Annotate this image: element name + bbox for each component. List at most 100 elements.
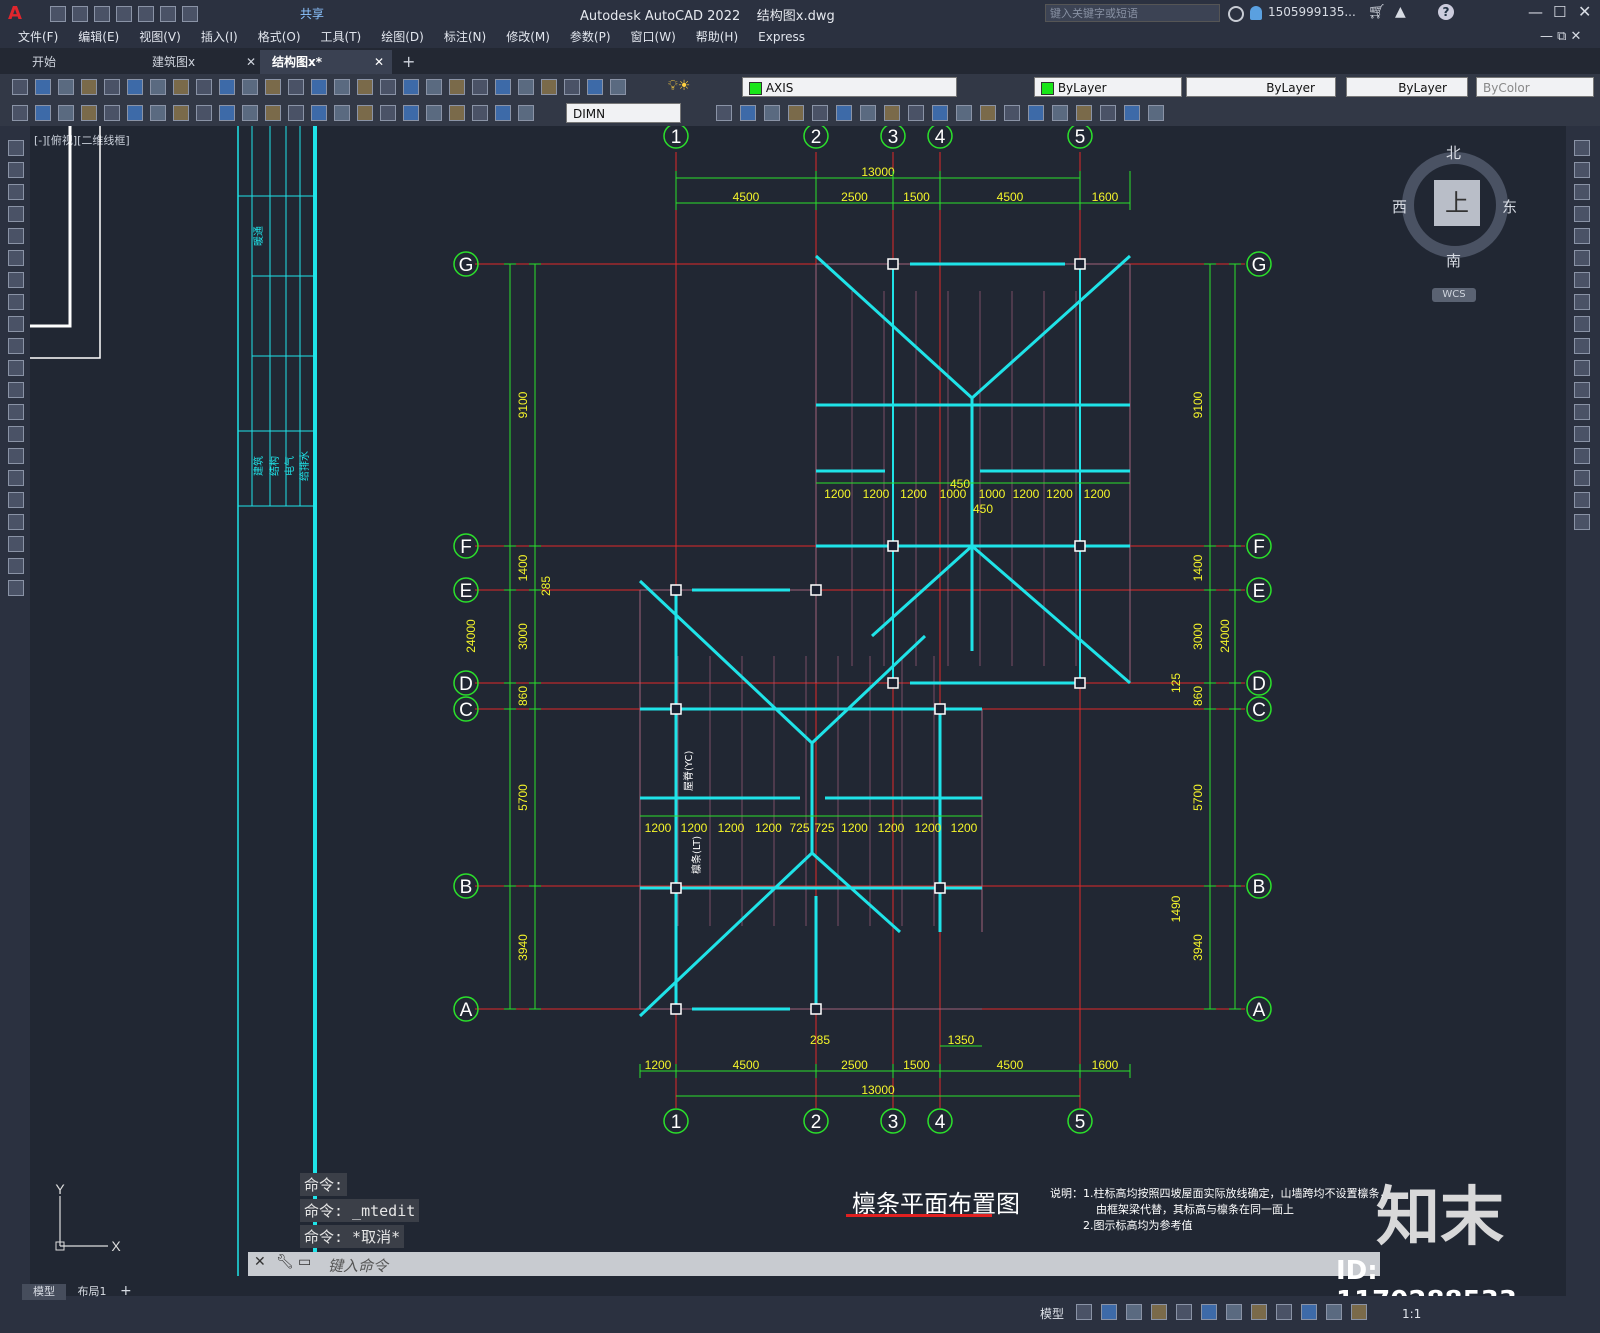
dimension-tool-icon[interactable] (426, 105, 442, 121)
standard-tool-icon[interactable] (104, 79, 120, 95)
status-tool-icon[interactable] (1126, 1304, 1142, 1320)
status-tool-icon[interactable] (1226, 1304, 1242, 1320)
modify-tool-icon[interactable] (1148, 105, 1164, 121)
viewcube-top-face[interactable]: 上 (1434, 180, 1480, 226)
modify-side-tool-icon[interactable] (1574, 514, 1590, 530)
modify-side-tool-icon[interactable] (1574, 338, 1590, 354)
dimension-tool-icon[interactable] (311, 105, 327, 121)
modify-tool-icon[interactable] (1076, 105, 1092, 121)
modify-side-tool-icon[interactable] (1574, 404, 1590, 420)
standard-tool-icon[interactable] (587, 79, 603, 95)
dimension-tool-icon[interactable] (127, 105, 143, 121)
user-name[interactable]: 1505999135... (1268, 5, 1356, 19)
dimension-tool-icon[interactable] (288, 105, 304, 121)
plot-icon[interactable] (138, 6, 154, 22)
recent-commands-icon[interactable]: ▭ (298, 1254, 311, 1270)
modify-tool-icon[interactable] (740, 105, 756, 121)
tab-architecture[interactable]: 建筑图x ✕ (140, 50, 264, 74)
wcs-menu[interactable]: WCS (1432, 288, 1476, 302)
close-tab-icon[interactable]: ✕ (374, 50, 384, 74)
cart-icon[interactable]: 🛒︎ (1368, 4, 1386, 20)
modify-side-tool-icon[interactable] (1574, 360, 1590, 376)
modify-side-tool-icon[interactable] (1574, 492, 1590, 508)
modify-tool-icon[interactable] (1052, 105, 1068, 121)
compass-west[interactable]: 西 (1392, 196, 1407, 217)
modify-side-tool-icon[interactable] (1574, 294, 1590, 310)
modify-side-tool-icon[interactable] (1574, 250, 1590, 266)
status-tool-icon[interactable] (1076, 1304, 1092, 1320)
modify-side-tool-icon[interactable] (1574, 448, 1590, 464)
status-tool-icon[interactable] (1251, 1304, 1267, 1320)
standard-tool-icon[interactable] (610, 79, 626, 95)
modify-side-tool-icon[interactable] (1574, 184, 1590, 200)
standard-tool-icon[interactable] (242, 79, 258, 95)
menu-window[interactable]: 窗口(W) (621, 26, 686, 48)
menu-view[interactable]: 视图(V) (129, 26, 191, 48)
standard-tool-icon[interactable] (334, 79, 350, 95)
new-file-icon[interactable] (50, 6, 66, 22)
draw-side-tool-icon[interactable] (8, 382, 24, 398)
doc-window-controls[interactable]: — ⧉ ✕ (1540, 29, 1581, 44)
save-icon[interactable] (94, 6, 110, 22)
status-tool-icon[interactable] (1201, 1304, 1217, 1320)
status-tool-icon[interactable] (1351, 1304, 1367, 1320)
modify-tool-icon[interactable] (908, 105, 924, 121)
standard-tool-icon[interactable] (81, 79, 97, 95)
modify-tool-icon[interactable] (956, 105, 972, 121)
modify-side-tool-icon[interactable] (1574, 206, 1590, 222)
standard-tool-icon[interactable] (403, 79, 419, 95)
modify-side-tool-icon[interactable] (1574, 272, 1590, 288)
draw-side-tool-icon[interactable] (8, 206, 24, 222)
draw-side-tool-icon[interactable] (8, 448, 24, 464)
modify-tool-icon[interactable] (764, 105, 780, 121)
plotstyle-dropdown[interactable]: ByColor (1476, 77, 1594, 97)
modify-tool-icon[interactable] (716, 105, 732, 121)
menu-format[interactable]: 格式(O) (248, 26, 311, 48)
modify-side-tool-icon[interactable] (1574, 162, 1590, 178)
draw-side-tool-icon[interactable] (8, 294, 24, 310)
maximize-icon[interactable]: ☐ (1553, 3, 1566, 21)
model-space-toggle[interactable]: 模型 (1040, 1304, 1064, 1324)
compass-north[interactable]: 北 (1446, 142, 1461, 163)
dimension-tool-icon[interactable] (449, 105, 465, 121)
command-input[interactable]: 键入命令 (328, 1255, 388, 1276)
modify-tool-icon[interactable] (1100, 105, 1116, 121)
standard-tool-icon[interactable] (495, 79, 511, 95)
modify-tool-icon[interactable] (1124, 105, 1140, 121)
modify-tool-icon[interactable] (980, 105, 996, 121)
compass-east[interactable]: 东 (1502, 196, 1517, 217)
draw-side-tool-icon[interactable] (8, 272, 24, 288)
draw-side-tool-icon[interactable] (8, 492, 24, 508)
autodesk-app-icon[interactable]: ▲ (1395, 4, 1406, 20)
modify-tool-icon[interactable] (812, 105, 828, 121)
status-tool-icon[interactable] (1276, 1304, 1292, 1320)
search-icon[interactable] (1228, 6, 1244, 22)
menu-help[interactable]: 帮助(H) (686, 26, 748, 48)
dimension-tool-icon[interactable] (472, 105, 488, 121)
dimension-tool-icon[interactable] (81, 105, 97, 121)
share-button[interactable]: 共享 (300, 5, 324, 22)
dimension-tool-icon[interactable] (495, 105, 511, 121)
draw-side-tool-icon[interactable] (8, 404, 24, 420)
standard-tool-icon[interactable] (426, 79, 442, 95)
dimension-tool-icon[interactable] (242, 105, 258, 121)
status-tool-icon[interactable] (1326, 1304, 1342, 1320)
modify-tool-icon[interactable] (932, 105, 948, 121)
menu-parametric[interactable]: 参数(P) (560, 26, 621, 48)
draw-side-tool-icon[interactable] (8, 426, 24, 442)
modify-tool-icon[interactable] (1028, 105, 1044, 121)
standard-tool-icon[interactable] (35, 79, 51, 95)
dimension-tool-icon[interactable] (518, 105, 534, 121)
draw-side-tool-icon[interactable] (8, 514, 24, 530)
standard-tool-icon[interactable] (472, 79, 488, 95)
drawing-canvas[interactable]: [-][俯视][二维线框] 建筑 结构 电气 给排水 暖通 13000 4500 2500 1… (30, 126, 1566, 1316)
undo-icon[interactable] (160, 6, 176, 22)
modify-side-tool-icon[interactable] (1574, 316, 1590, 332)
search-input[interactable]: 键入关键字或短语 (1045, 4, 1220, 22)
annotation-scale[interactable]: 1:1 (1402, 1304, 1421, 1324)
modify-tool-icon[interactable] (884, 105, 900, 121)
modify-side-tool-icon[interactable] (1574, 140, 1590, 156)
modify-tool-icon[interactable] (860, 105, 876, 121)
help-icon[interactable]: ? (1438, 4, 1454, 20)
standard-tool-icon[interactable] (196, 79, 212, 95)
